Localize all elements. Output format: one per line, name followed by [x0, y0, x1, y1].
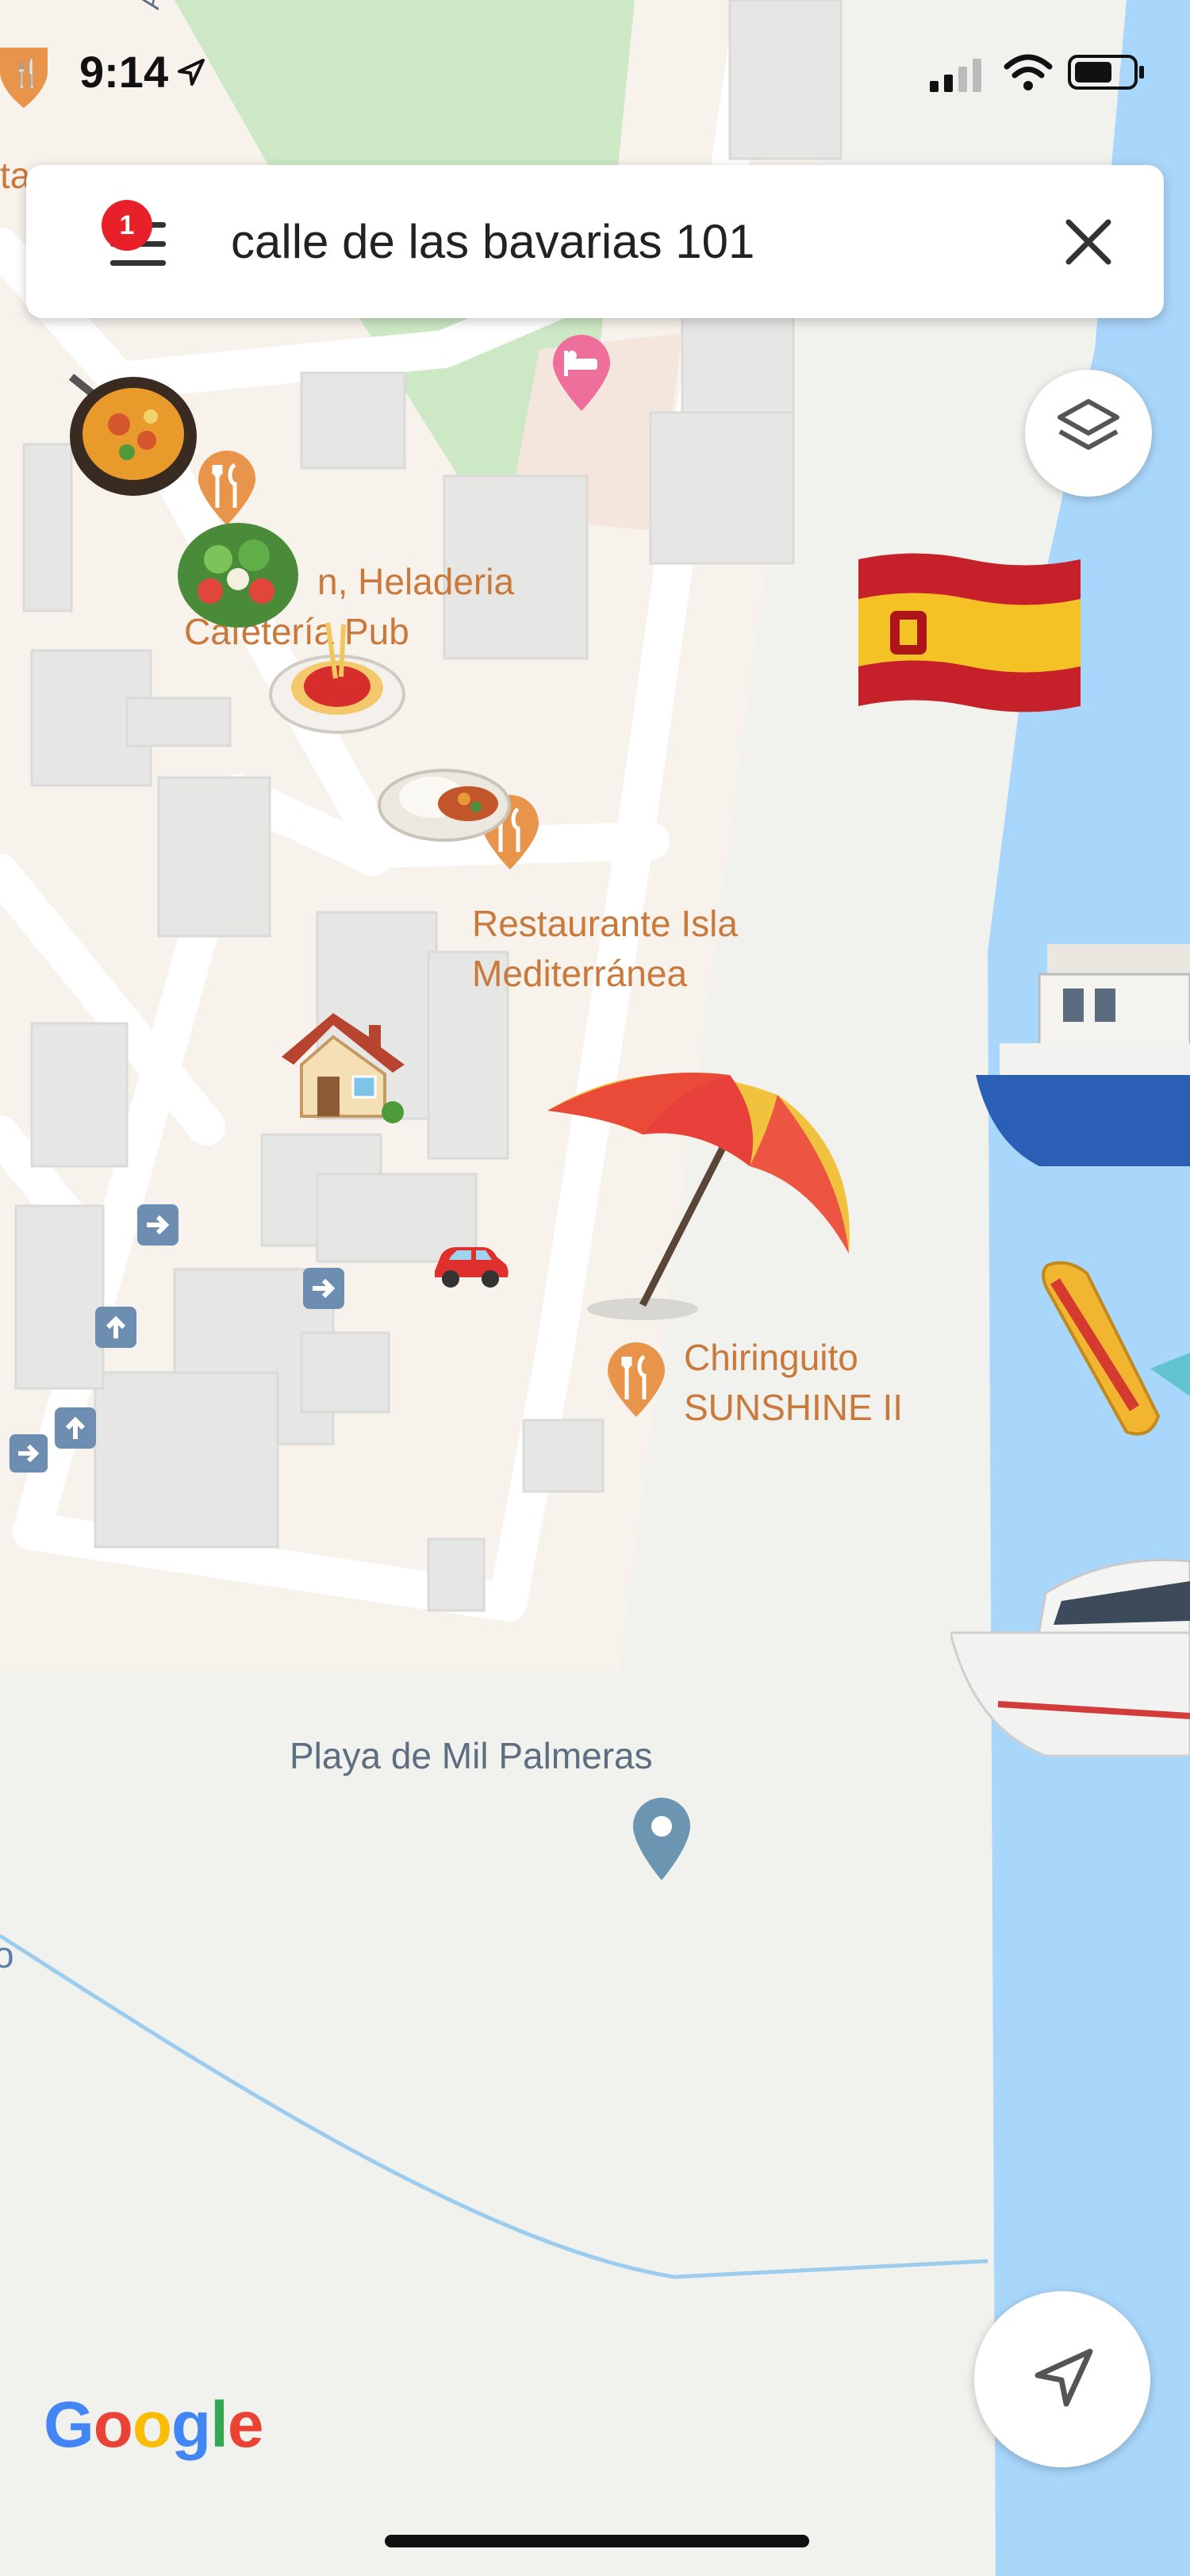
spain-flag-sticker	[858, 553, 1081, 712]
trail-partial-label: o	[0, 1934, 14, 1975]
layers-button[interactable]	[1025, 370, 1152, 497]
ferry-sticker	[976, 944, 1190, 1166]
one-way-arrow-icon	[137, 1204, 178, 1246]
curry-rice-sticker	[378, 769, 511, 842]
beach-label[interactable]: Playa de Mil Palmeras	[290, 1734, 653, 1777]
time-text: 9:14	[79, 47, 169, 97]
poi-restaurant-line2: Mediterránea	[472, 953, 688, 995]
location-services-icon	[178, 58, 205, 86]
navigation-arrow-icon	[1035, 2348, 1093, 2407]
wifi-icon	[1004, 54, 1053, 90]
one-way-arrow-icon	[9, 1434, 48, 1473]
search-query-text[interactable]: calle de las bavarias 101	[231, 214, 754, 269]
layers-icon	[1058, 399, 1119, 450]
spaghetti-sticker	[269, 622, 405, 734]
poi-restaurant-label[interactable]: Restaurante Isla Mediterránea	[472, 899, 738, 1000]
paella-sticker	[68, 374, 197, 496]
my-location-button[interactable]	[974, 2291, 1150, 2467]
beach-umbrella-sticker	[547, 1073, 850, 1320]
location-pin-icon[interactable]	[631, 1795, 693, 1882]
speedboat-sticker	[1042, 1261, 1190, 1436]
google-logo: Google	[44, 2389, 263, 2461]
svg-text:🍴: 🍴	[10, 58, 43, 90]
poi-restaurant-line1: Restaurante Isla	[472, 903, 738, 944]
car-sticker	[435, 1247, 509, 1288]
one-way-arrow-icon	[303, 1268, 344, 1309]
search-bar[interactable]: calle de las bavarias 101	[26, 165, 1164, 318]
one-way-arrow-icon	[95, 1307, 136, 1348]
cellular-signal-icon	[930, 59, 981, 92]
salad-sticker	[178, 523, 298, 628]
one-way-arrow-icon	[55, 1407, 96, 1449]
restaurant-pin-icon[interactable]: 🍴	[0, 48, 48, 127]
poi-chiringuito-line2: SUNSHINE II	[684, 1387, 904, 1429]
status-time: 9:14	[79, 46, 206, 98]
house-sticker	[282, 1013, 405, 1123]
battery-icon	[1068, 55, 1144, 90]
close-icon[interactable]	[1061, 214, 1116, 270]
notification-badge: 1	[102, 200, 152, 251]
hotel-pin-icon[interactable]	[551, 333, 612, 413]
home-indicator[interactable]	[385, 2535, 809, 2547]
motor-boat-sticker	[950, 1558, 1190, 1757]
